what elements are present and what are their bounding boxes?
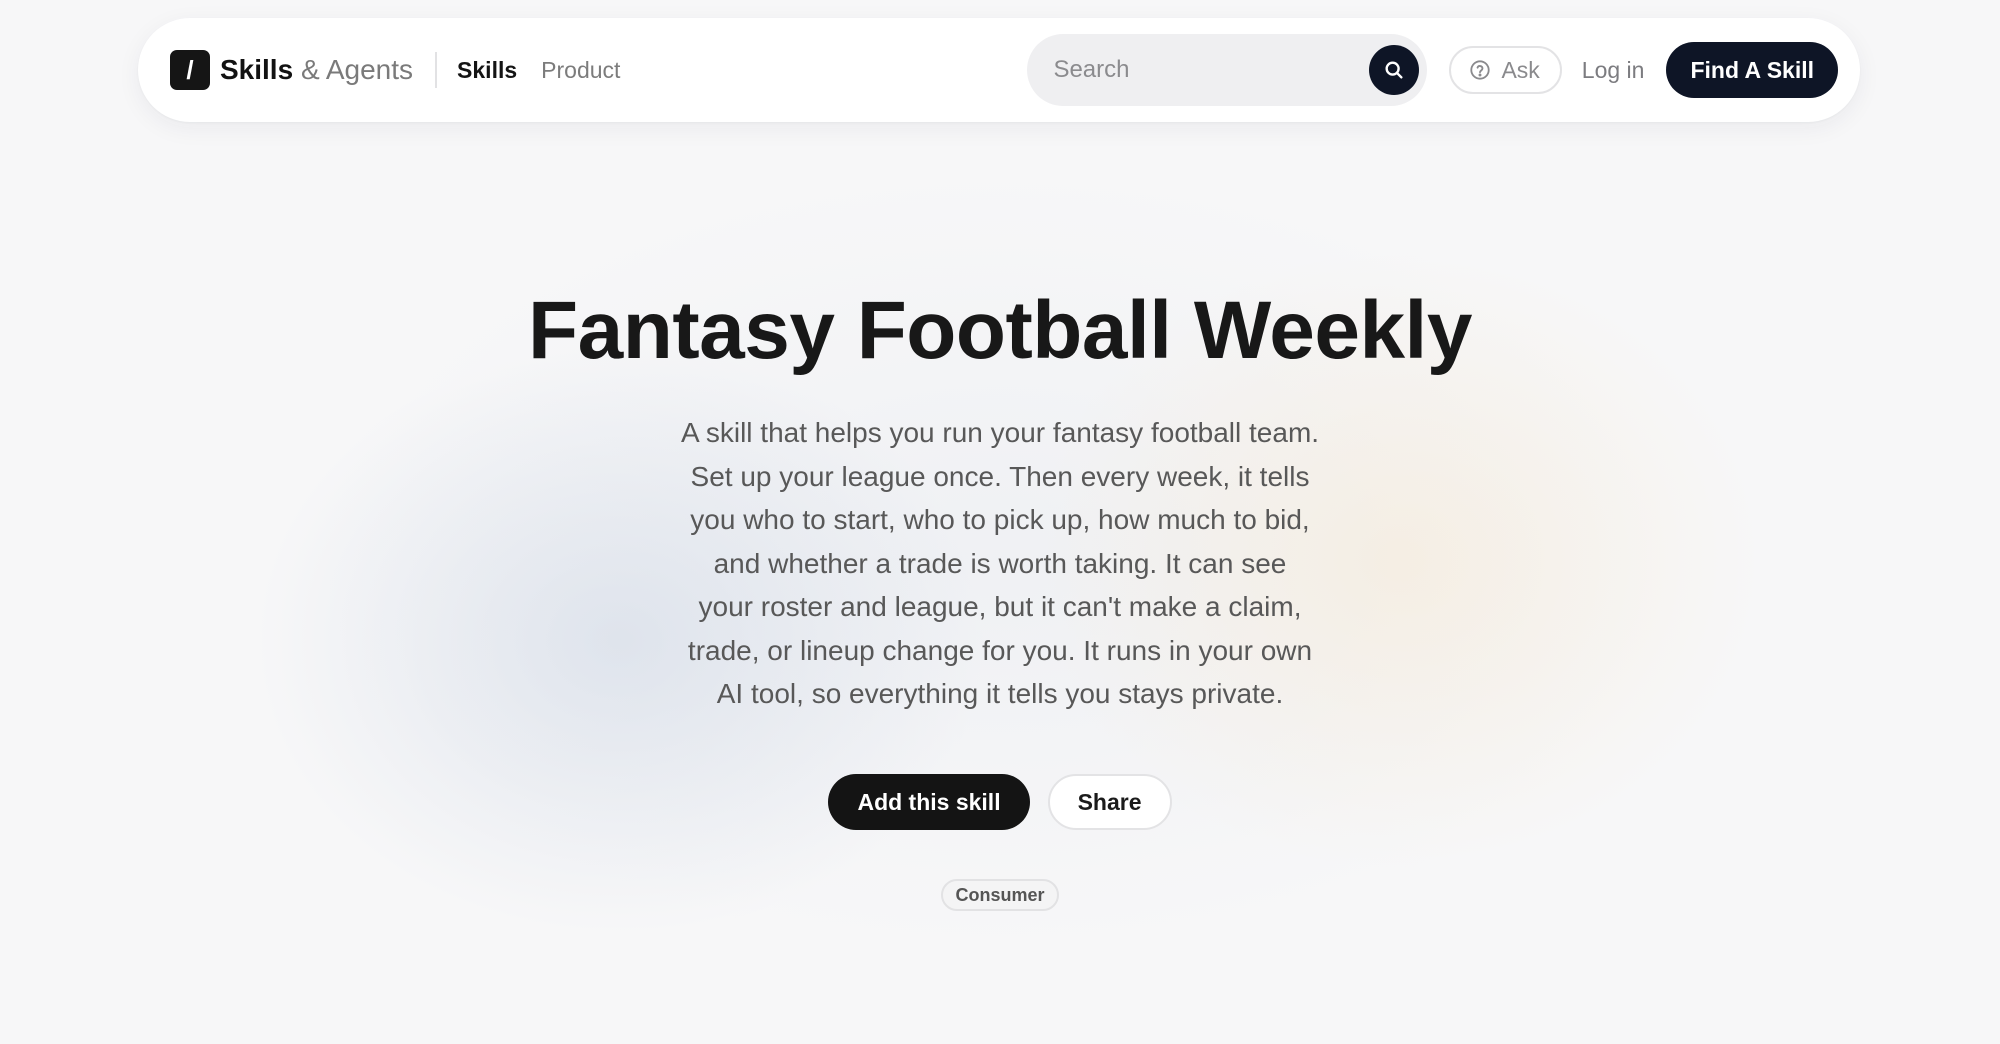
search-box [1027,34,1428,106]
description-line: AI tool, so everything it tells you stay… [716,678,1284,709]
top-navbar: / Skills & Agents Skills Product Search … [138,18,1860,122]
description-line: Set up your league once. Then every week… [690,460,1310,492]
description-line: trade, or lineup change for you. It runs… [687,634,1313,666]
nav-link-skills[interactable]: Skills [457,57,517,84]
description-line: A skill that helps you run your fantasy … [680,417,1320,448]
brand-logo-link[interactable]: / Skills & Agents [170,50,413,90]
tag-row: Consumer [0,879,2000,911]
add-skill-button[interactable]: Add this skill [828,774,1030,830]
page-title: Fantasy Football Weekly [528,285,1472,376]
hero-actions: Add this skill Share [0,774,2000,830]
search-icon [1385,61,1403,79]
question-circle-icon [1470,60,1491,80]
find-a-skill-button[interactable]: Find A Skill [1666,42,1838,98]
share-button[interactable]: Share [1047,774,1172,830]
login-link[interactable]: Log in [1582,57,1645,84]
search-input[interactable] [1051,55,1370,85]
brand-name-strong: Skills [220,54,294,85]
brand-name-light: & Agents [300,54,414,85]
description-line: and whether a trade is worth taking. It … [713,547,1287,579]
nav-link-product[interactable]: Product [541,57,620,84]
page: / Skills & Agents Skills Product Search … [0,0,2000,1044]
search-button[interactable] [1369,45,1420,95]
brand-slash-icon: / [170,50,210,90]
ask-button[interactable]: Ask [1449,46,1562,94]
skill-description: A skill that helps you run your fantasy … [640,411,1360,716]
nav-divider [435,52,438,88]
category-tag-consumer[interactable]: Consumer [941,879,1059,911]
description-line: your roster and league, but it can't mak… [698,591,1302,622]
ask-label: Ask [1501,56,1540,83]
description-line: you who to start, who to pick up, how mu… [690,504,1310,535]
brand-name: Skills & Agents [220,54,413,86]
